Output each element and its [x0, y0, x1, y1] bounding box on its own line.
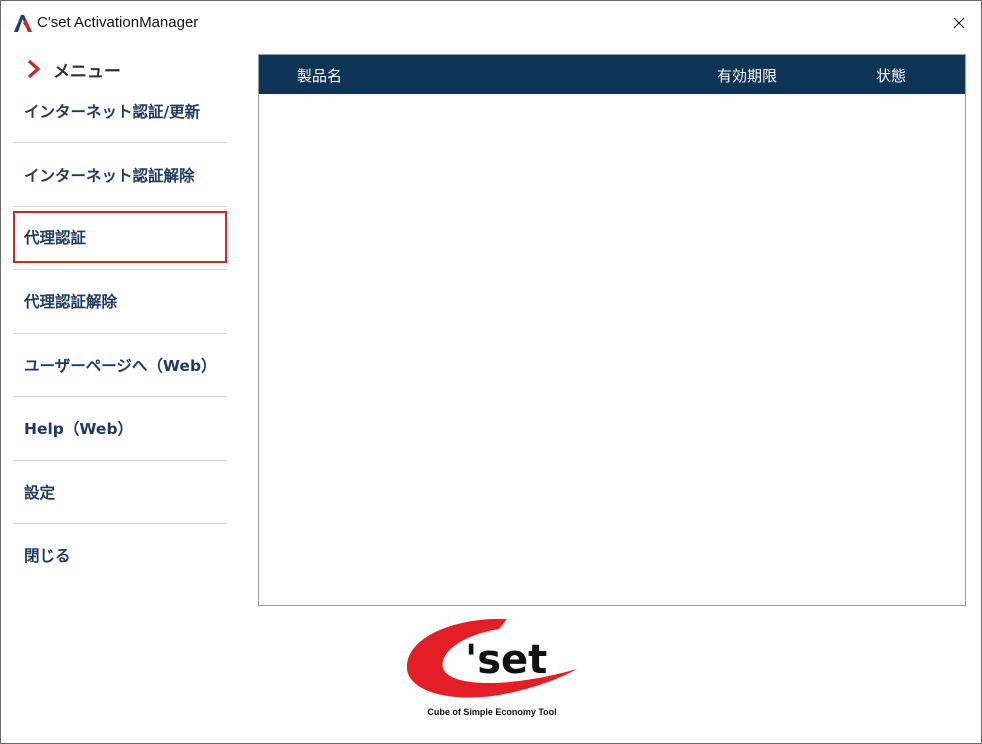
menu-divider	[13, 333, 227, 334]
close-icon	[953, 17, 965, 29]
product-table[interactable]: 製品名 有効期限 状態	[258, 54, 966, 606]
close-button[interactable]	[941, 7, 977, 39]
cset-logo-mark: 'set	[406, 618, 577, 698]
menu-item-help[interactable]: Help（Web）	[13, 402, 227, 454]
title-bar: C'set ActivationManager	[1, 1, 981, 45]
menu-divider	[13, 269, 227, 270]
menu-item-label: 閉じる	[24, 547, 71, 565]
menu-header: メニュー	[25, 55, 121, 83]
menu-item-settings[interactable]: 設定	[13, 466, 227, 518]
column-header-expiry-date[interactable]: 有効期限	[717, 65, 777, 86]
menu-item-label: 代理認証解除	[24, 293, 118, 311]
activation-manager-window: C'set ActivationManager メニュー インターネット認証/更…	[0, 0, 982, 744]
menu-item-label: インターネット認証解除	[24, 167, 195, 185]
menu-item-label: インターネット認証/更新	[24, 103, 201, 121]
menu-item-label: Help（Web）	[24, 420, 134, 438]
column-header-product-name[interactable]: 製品名	[297, 65, 342, 86]
menu-divider	[13, 142, 227, 143]
sidebar-menu: メニュー インターネット認証/更新 インターネット認証解除 代理認証 代理認証解…	[13, 47, 228, 587]
menu-item-internet-activation[interactable]: インターネット認証/更新	[13, 85, 227, 137]
menu-divider	[13, 460, 227, 461]
cset-logo: 'set Cube of Simple Economy Tool	[399, 613, 585, 725]
logo-wordmark: 'set	[465, 637, 547, 683]
menu-item-user-page[interactable]: ユーザーページへ（Web）	[13, 339, 227, 391]
table-body[interactable]	[259, 94, 965, 605]
table-header: 製品名 有効期限 状態	[259, 55, 965, 94]
menu-item-label: 設定	[24, 484, 56, 502]
menu-item-close[interactable]: 閉じる	[13, 529, 227, 581]
menu-divider	[13, 523, 227, 524]
column-header-status[interactable]: 状態	[876, 65, 906, 86]
logo-tagline: Cube of Simple Economy Tool	[427, 707, 557, 717]
app-logo-icon	[14, 15, 32, 32]
window-title: C'set ActivationManager	[37, 14, 199, 31]
menu-divider	[13, 206, 227, 207]
menu-header-label: メニュー	[53, 61, 121, 82]
menu-divider	[13, 396, 227, 397]
menu-item-proxy-activation[interactable]: 代理認証	[13, 211, 227, 263]
chevron-right-icon	[27, 59, 41, 79]
menu-item-proxy-deactivation[interactable]: 代理認証解除	[13, 275, 227, 327]
menu-item-label: ユーザーページへ（Web）	[24, 357, 217, 375]
menu-item-label: 代理認証	[24, 229, 87, 247]
menu-item-internet-deactivation[interactable]: インターネット認証解除	[13, 149, 227, 201]
